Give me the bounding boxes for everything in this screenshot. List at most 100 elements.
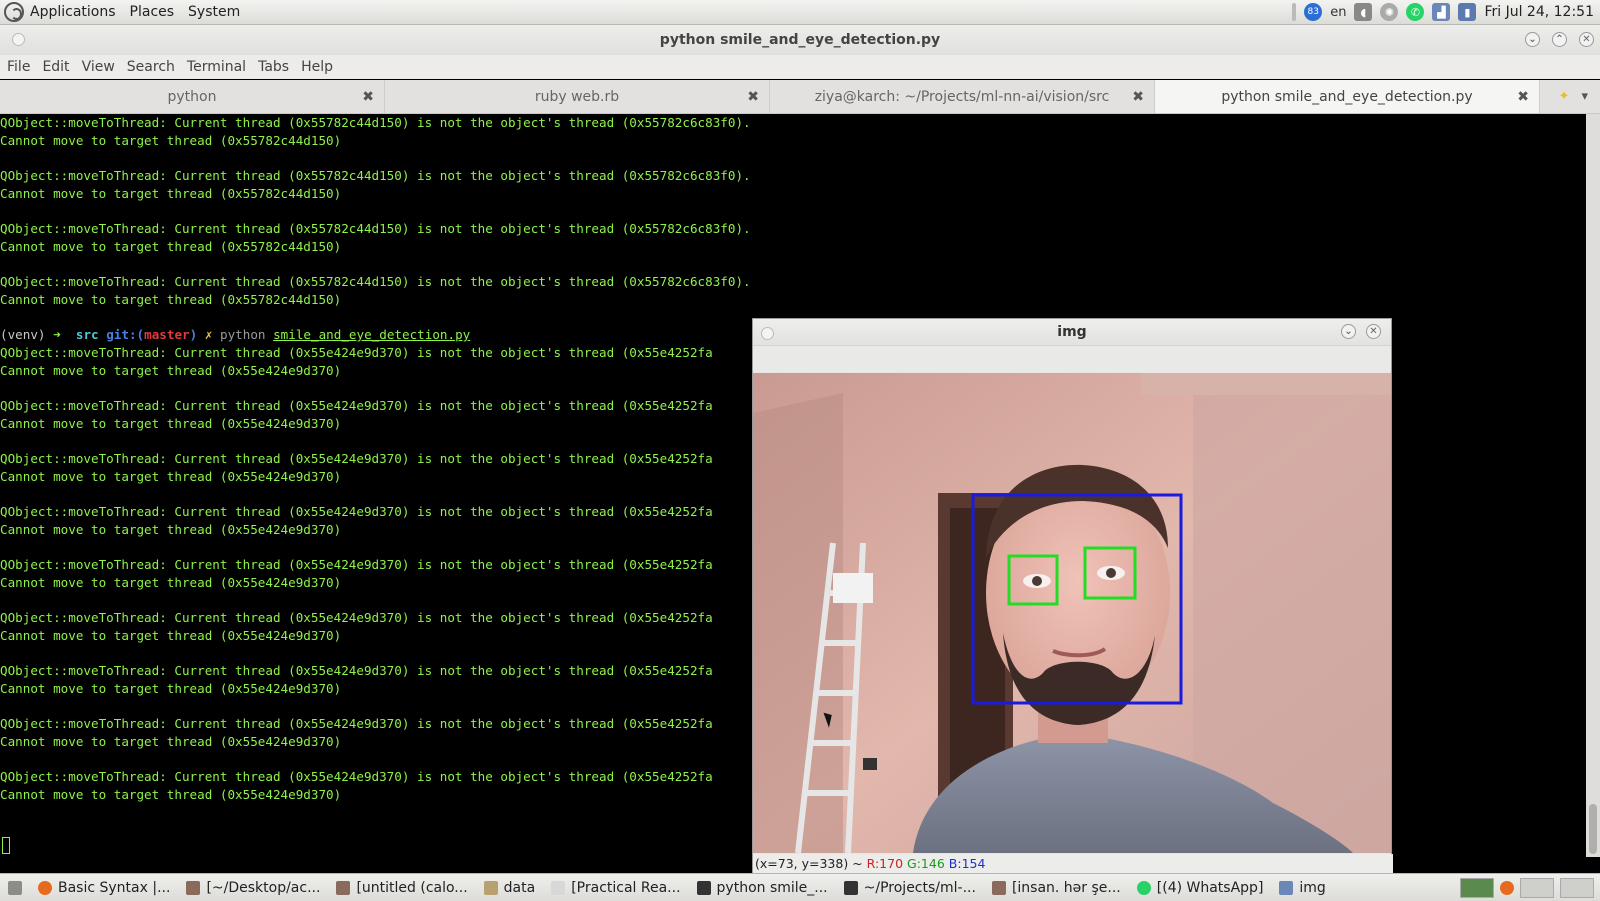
task-list: Basic Syntax |... [~/Desktop/ac... [untitl… <box>30 876 1334 900</box>
minimize-icon[interactable]: ⌄ <box>1525 32 1540 47</box>
taskbar-item[interactable]: ~/Projects/ml-... <box>836 876 984 900</box>
scrollbar-thumb[interactable] <box>1589 804 1597 854</box>
menu-file[interactable]: File <box>7 59 30 75</box>
terminal-icon <box>696 880 711 895</box>
tab-close-icon[interactable]: ✖ <box>1132 89 1144 105</box>
firefox-icon[interactable] <box>1500 880 1514 895</box>
prompt-dirty-mark: ✗ <box>204 327 213 343</box>
workspace-3[interactable] <box>1560 877 1594 898</box>
tab-close-icon[interactable]: ✖ <box>362 89 374 105</box>
terminal-line: QObject::moveToThread: Current thread (0… <box>0 274 751 290</box>
taskbar-item-label: python smile_... <box>716 879 828 896</box>
prompt-venv: (venv) <box>0 327 46 343</box>
top-panel: Applications Places System 83 en ◖ ✺ ✆ ▟… <box>0 0 1600 25</box>
img-window[interactable]: img ⌄ ✕ (x=73, y=338) ~ R:170 G:146 B:15… <box>752 318 1393 874</box>
window-menu-dot-icon[interactable] <box>761 327 774 340</box>
notification-count: 83 <box>1307 7 1319 17</box>
taskbar-item-label: [(4) WhatsApp] <box>1156 879 1264 896</box>
prompt-arrow: ➜ <box>53 327 61 343</box>
pixel-coords: (x=73, y=338) ~ <box>755 856 863 871</box>
terminal-line: Cannot move to target thread (0x55782c44… <box>0 132 342 148</box>
gnome-foot-icon[interactable] <box>4 2 24 22</box>
system-menu[interactable]: System <box>188 4 240 20</box>
firefox-icon <box>38 880 52 895</box>
window-menu-dot-icon[interactable] <box>12 33 25 46</box>
terminal-line: QObject::moveToThread: Current thread (0… <box>0 221 751 237</box>
maximize-icon[interactable]: ⌃ <box>1552 32 1567 47</box>
tray-separator <box>1292 3 1297 21</box>
prompt-git: git:( <box>106 327 145 343</box>
notification-icon[interactable]: 83 <box>1304 3 1323 21</box>
tab-label: ruby web.rb <box>534 88 620 105</box>
ladder-shelf <box>833 573 873 603</box>
settings-gear-icon[interactable]: ✺ <box>1380 3 1399 21</box>
applications-menu[interactable]: Applications <box>30 4 116 20</box>
terminal-cursor <box>2 837 10 854</box>
whatsapp-icon[interactable]: ✆ <box>1406 3 1425 21</box>
close-icon[interactable]: ✕ <box>1366 324 1381 339</box>
wall-shadow <box>753 393 843 853</box>
places-menu[interactable]: Places <box>130 4 175 20</box>
taskbar-item[interactable]: img <box>1271 876 1333 900</box>
taskbar-item[interactable]: data <box>476 876 544 900</box>
new-tab-icon[interactable]: ✦ <box>1559 89 1570 104</box>
img-titlebar[interactable]: img ⌄ ✕ <box>753 319 1391 345</box>
tab-close-icon[interactable]: ✖ <box>1517 89 1529 105</box>
show-desktop-icon <box>8 880 22 895</box>
taskbar-item[interactable]: [Practical Rea... <box>543 876 688 900</box>
prompt-command: python <box>220 327 266 343</box>
taskbar-item[interactable]: [~/Desktop/ac... <box>178 876 328 900</box>
webcam-image <box>753 373 1391 853</box>
terminal-menubar: File Edit View Search Terminal Tabs Help <box>0 55 1600 79</box>
tab-close-icon[interactable]: ✖ <box>747 89 759 105</box>
menu-tabs[interactable]: Tabs <box>258 59 289 75</box>
img-statusbar: (x=73, y=338) ~ R:170 G:146 B:154 <box>753 854 1393 873</box>
workspace-2[interactable] <box>1520 877 1554 898</box>
system-tray: 83 en ◖ ✺ ✆ ▟ ▮ Fri Jul 24, 12:51 <box>1292 3 1600 21</box>
tab-bar-extras: ✦ ▾ <box>1540 80 1600 113</box>
taskbar-item[interactable]: [(4) WhatsApp] <box>1129 876 1272 900</box>
taskbar-item[interactable]: python smile_... <box>689 876 836 900</box>
img-window-title: img <box>1057 324 1087 340</box>
prompt-branch: master <box>144 327 190 343</box>
terminal-line: QObject::moveToThread: Current thread (0… <box>0 168 751 184</box>
bottom-taskbar: Basic Syntax |... [~/Desktop/ac... [untitl… <box>0 873 1600 901</box>
taskbar-item[interactable]: [insan. hər şe... <box>984 876 1129 900</box>
terminal-window-title: python smile_and_eye_detection.py <box>659 32 941 48</box>
taskbar-tray <box>1460 877 1600 898</box>
tab-list-chevron-down-icon[interactable]: ▾ <box>1581 89 1588 104</box>
menu-terminal[interactable]: Terminal <box>187 59 246 75</box>
terminal-line: Cannot move to target thread (0x55782c44… <box>0 238 342 254</box>
menu-view[interactable]: View <box>82 59 115 75</box>
tab-ruby-web[interactable]: ruby web.rb ✖ <box>385 80 770 113</box>
whatsapp-icon <box>1136 880 1151 895</box>
window-icon <box>1279 880 1294 895</box>
taskbar-item-label: data <box>503 879 536 896</box>
network-signal-icon[interactable]: ▟ <box>1432 3 1451 21</box>
menu-edit[interactable]: Edit <box>42 59 69 75</box>
taskbar-item-label: img <box>1299 879 1326 896</box>
volume-icon[interactable]: ◖ <box>1354 3 1373 21</box>
clock[interactable]: Fri Jul 24, 12:51 <box>1484 4 1594 20</box>
ceiling-edge <box>1141 373 1391 395</box>
close-icon[interactable]: ✕ <box>1579 32 1594 47</box>
tab-shell[interactable]: ziya@karch: ~/Projects/ml-nn-ai/vision/s… <box>770 80 1155 113</box>
workspace-1[interactable] <box>1460 877 1494 898</box>
terminal-scrollbar[interactable] <box>1586 114 1600 857</box>
tab-label: ziya@karch: ~/Projects/ml-nn-ai/vision/s… <box>814 88 1110 105</box>
tab-smile-detection[interactable]: python smile_and_eye_detection.py ✖ <box>1155 80 1540 113</box>
minimize-icon[interactable]: ⌄ <box>1341 324 1356 339</box>
terminal-titlebar[interactable]: python smile_and_eye_detection.py ⌄ ⌃ ✕ <box>0 25 1600 55</box>
battery-icon[interactable]: ▮ <box>1458 3 1477 21</box>
menu-help[interactable]: Help <box>301 59 333 75</box>
taskbar-item[interactable]: [untitled (calo... <box>328 876 475 900</box>
tab-python[interactable]: python ✖ <box>0 80 385 113</box>
taskbar-item[interactable]: Basic Syntax |... <box>30 876 178 900</box>
menu-search[interactable]: Search <box>127 59 175 75</box>
taskbar-item-label: Basic Syntax |... <box>58 879 171 896</box>
show-desktop-button[interactable] <box>0 876 30 900</box>
keyboard-layout-indicator[interactable]: en <box>1330 5 1346 20</box>
webcam-frame[interactable] <box>753 373 1391 853</box>
